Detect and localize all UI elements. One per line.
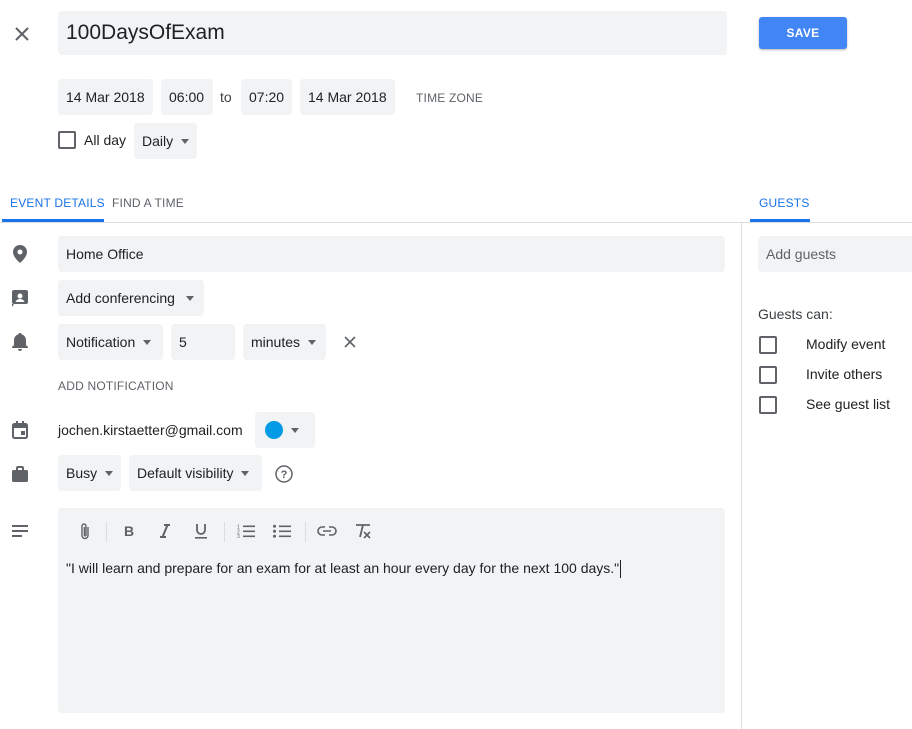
modify-event-label: Modify event (806, 336, 886, 352)
invite-others-label: Invite others (806, 366, 883, 382)
tabs-divider (0, 222, 912, 223)
visibility-value: Default visibility (137, 465, 234, 481)
time-zone-button[interactable]: TIME ZONE (416, 91, 483, 105)
chevron-down-icon (105, 470, 114, 476)
add-conferencing-dropdown[interactable]: Add conferencing (58, 280, 204, 316)
svg-text:3: 3 (237, 534, 240, 538)
description-text: "I will learn and prepare for an exam fo… (66, 560, 620, 576)
remove-notification-icon[interactable] (340, 332, 360, 352)
chevron-down-icon (143, 339, 152, 345)
all-day-checkbox[interactable] (58, 131, 76, 149)
start-time-field[interactable]: 06:00 (161, 79, 213, 115)
toolbar-separator (305, 522, 306, 542)
tab-find-a-time[interactable]: FIND A TIME (112, 196, 184, 210)
notification-value-input[interactable]: 5 (171, 324, 235, 360)
italic-icon[interactable] (153, 518, 177, 544)
availability-value: Busy (66, 465, 98, 481)
visibility-dropdown[interactable]: Default visibility (129, 455, 262, 491)
event-title-text: 100DaysOfExam (66, 21, 225, 44)
help-icon[interactable]: ? (274, 464, 294, 484)
location-text: Home Office (66, 246, 144, 262)
guests-can-title: Guests can: (758, 306, 833, 322)
tab-event-details[interactable]: EVENT DETAILS (10, 196, 105, 210)
see-guest-list-checkbox[interactable] (759, 396, 777, 414)
text-cursor (620, 560, 621, 578)
link-icon[interactable] (315, 518, 339, 544)
save-button[interactable]: SAVE (759, 17, 847, 49)
notification-value-text: 5 (179, 334, 187, 350)
bulleted-list-icon[interactable] (270, 518, 294, 544)
location-pin-icon (10, 244, 30, 264)
repeat-dropdown[interactable]: Daily (134, 123, 197, 159)
bold-icon[interactable]: B (117, 518, 141, 544)
calendar-owner-label: jochen.kirstaetter@gmail.com (58, 422, 243, 438)
calendar-icon (10, 420, 30, 440)
remove-formatting-icon[interactable] (351, 518, 375, 544)
close-icon[interactable] (10, 22, 34, 46)
all-day-label: All day (84, 132, 127, 148)
conferencing-icon (10, 288, 30, 308)
calendar-color-swatch (265, 421, 283, 439)
svg-text:B: B (124, 524, 134, 538)
numbered-list-icon[interactable]: 123 (234, 518, 258, 544)
underline-icon[interactable] (189, 518, 213, 544)
toolbar-separator (224, 522, 225, 542)
bell-icon (10, 332, 30, 352)
chevron-down-icon (308, 339, 317, 345)
chevron-down-icon (181, 138, 190, 144)
start-time-text: 06:00 (169, 89, 205, 105)
calendar-color-dropdown[interactable] (255, 412, 315, 448)
add-guests-placeholder: Add guests (766, 246, 837, 262)
modify-event-checkbox[interactable] (759, 336, 777, 354)
start-date-field[interactable]: 14 Mar 2018 (58, 79, 153, 115)
availability-dropdown[interactable]: Busy (58, 455, 121, 491)
event-title-field[interactable]: 100DaysOfExam (58, 11, 727, 55)
tab-guests[interactable]: GUESTS (759, 196, 810, 210)
chevron-down-icon (185, 295, 194, 301)
notification-type-dropdown[interactable]: Notification (58, 324, 163, 360)
add-notification-button[interactable]: ADD NOTIFICATION (58, 379, 174, 393)
briefcase-icon (10, 464, 30, 484)
notification-unit-value: minutes (251, 334, 301, 350)
guests-panel-divider (741, 223, 742, 729)
svg-text:?: ? (281, 469, 288, 481)
end-date-text: 14 Mar 2018 (308, 89, 387, 105)
toolbar-separator (106, 522, 107, 542)
add-guests-input[interactable]: Add guests (758, 236, 912, 272)
end-time-field[interactable]: 07:20 (241, 79, 292, 115)
end-time-text: 07:20 (249, 89, 285, 105)
description-icon (10, 521, 30, 541)
chevron-down-icon (241, 470, 250, 476)
notification-type-value: Notification (66, 334, 136, 350)
add-conferencing-label: Add conferencing (66, 290, 175, 306)
attachment-icon[interactable] (73, 518, 97, 544)
chevron-down-icon (291, 427, 299, 433)
repeat-value: Daily (142, 133, 174, 149)
location-field[interactable]: Home Office (58, 236, 725, 272)
invite-others-checkbox[interactable] (759, 366, 777, 384)
see-guest-list-label: See guest list (806, 396, 891, 412)
notification-unit-dropdown[interactable]: minutes (243, 324, 326, 360)
end-date-field[interactable]: 14 Mar 2018 (300, 79, 395, 115)
start-date-text: 14 Mar 2018 (66, 89, 145, 105)
to-label: to (220, 89, 232, 105)
